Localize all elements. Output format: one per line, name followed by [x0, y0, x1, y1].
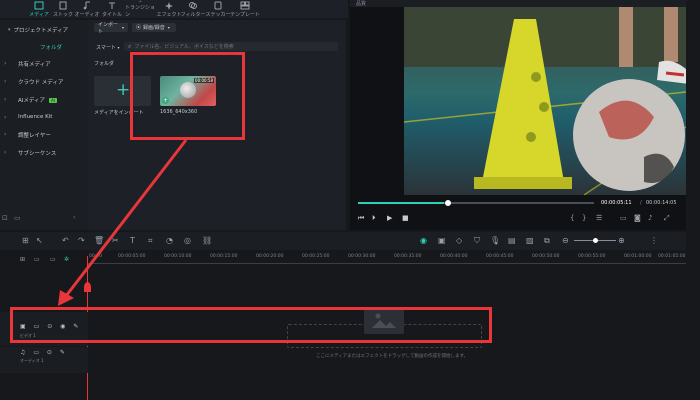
annotation-arrow	[58, 139, 188, 306]
